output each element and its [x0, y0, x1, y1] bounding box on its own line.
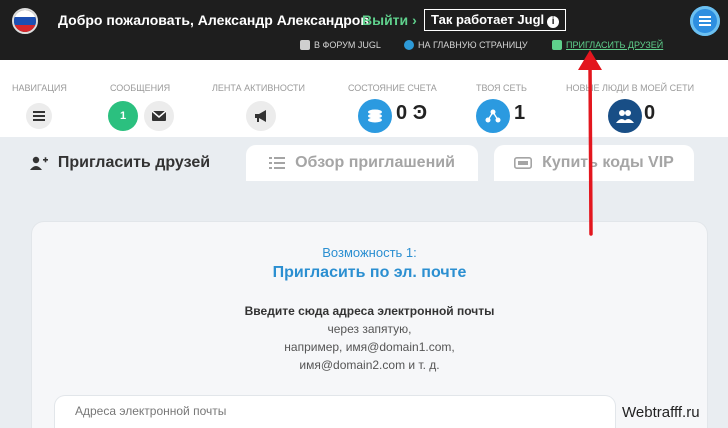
- watermark: Webtrafff.ru: [622, 404, 700, 421]
- instruction-title: Введите сюда адреса электронной почты: [244, 304, 495, 318]
- list-icon: [269, 157, 286, 169]
- add-user-icon: [552, 40, 562, 50]
- invite-friends-link[interactable]: ПРИГЛАСИТЬ ДРУЗЕЙ: [552, 40, 663, 50]
- network-icon: [485, 109, 501, 123]
- chevron-right-icon: ›: [412, 12, 417, 28]
- network-value: 1: [514, 102, 526, 124]
- forum-link-label: В ФОРУМ JUGL: [314, 40, 381, 50]
- forum-link[interactable]: В ФОРУМ JUGL: [300, 40, 381, 50]
- top-header: [0, 0, 728, 60]
- how-jugl-works-button[interactable]: Так работает Jugl i: [424, 9, 567, 31]
- invite-by-email-title: Пригласить по эл. почте: [272, 264, 467, 281]
- russia-flag-icon[interactable]: [12, 8, 38, 34]
- network-button[interactable]: [476, 99, 510, 133]
- activity-feed-label: ЛЕНТА АКТИВНОСТИ: [212, 83, 305, 93]
- messages-label: СООБЩЕНИЯ: [110, 83, 171, 93]
- new-people-button[interactable]: [608, 99, 642, 133]
- ticket-icon: [514, 157, 533, 169]
- users-icon: [300, 40, 310, 50]
- tab-invite-friends-label: Пригласить друзей: [57, 154, 211, 171]
- navigation-label: НАВИГАЦИЯ: [12, 83, 67, 93]
- how-jugl-works-label: Так работает Jugl: [431, 12, 545, 27]
- messages-count-badge[interactable]: 1: [108, 101, 138, 131]
- home-page-link-label: НА ГЛАВНУЮ СТРАНИЦУ: [418, 40, 528, 50]
- logout-link[interactable]: Выйти ›: [362, 12, 417, 28]
- menu-icon: [33, 111, 45, 121]
- new-people-value: 0: [644, 102, 656, 124]
- tab-invitations-overview-label: Обзор приглашений: [295, 154, 455, 171]
- email-addresses-label: Адреса электронной почты: [75, 404, 227, 418]
- instruction-line: например, имя@domain1.com,: [284, 340, 455, 354]
- network-label: ТВОЯ СЕТЬ: [476, 83, 527, 93]
- chat-icon[interactable]: [690, 6, 720, 36]
- tab-buy-vip-codes-label: Купить коды VIP: [542, 154, 674, 171]
- arrow-circle-icon: [404, 40, 414, 50]
- add-user-icon: [29, 156, 48, 170]
- info-icon: i: [547, 16, 560, 28]
- navigation-menu-button[interactable]: [26, 103, 52, 129]
- coins-icon: [368, 109, 382, 123]
- balance-button[interactable]: [358, 99, 392, 133]
- logout-label: Выйти: [362, 12, 409, 28]
- home-page-link[interactable]: НА ГЛАВНУЮ СТРАНИЦУ: [404, 40, 528, 50]
- activity-feed-button[interactable]: [246, 101, 276, 131]
- users-icon: [616, 110, 634, 123]
- tab-invite-friends[interactable]: Пригласить друзей: [10, 145, 230, 181]
- instruction-line: имя@domain2.com и т. д.: [299, 358, 440, 372]
- welcome-text: Добро пожаловать, Александр Александров: [58, 12, 369, 28]
- instruction-line: через запятую,: [327, 322, 412, 336]
- balance-label: СОСТОЯНИЕ СЧЕТА: [348, 83, 437, 93]
- red-arrow-annotation: [578, 50, 602, 236]
- tab-invitations-overview[interactable]: Обзор приглашений: [246, 145, 478, 181]
- messages-button[interactable]: [144, 101, 174, 131]
- balance-value: 0 Ͽ: [396, 102, 428, 124]
- megaphone-icon: [255, 110, 266, 122]
- envelope-icon: [152, 111, 166, 121]
- opportunity-label: Возможность 1:: [322, 245, 417, 260]
